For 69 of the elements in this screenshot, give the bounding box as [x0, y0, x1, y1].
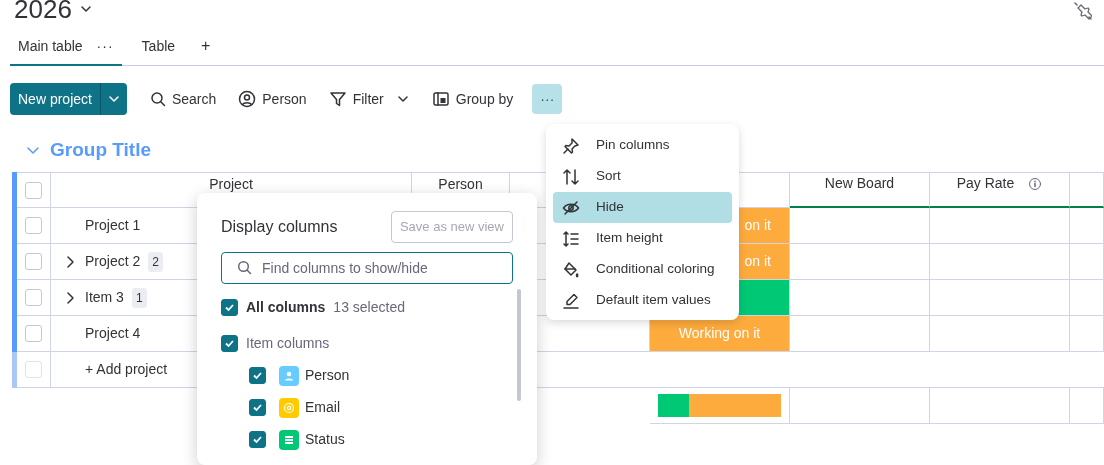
sort-icon	[562, 167, 580, 186]
selected-count: 13 selected	[333, 298, 405, 317]
row-height-icon	[562, 229, 580, 248]
subitem-count: 2	[148, 251, 163, 272]
table-cell	[1070, 244, 1104, 280]
item-name[interactable]: Project 2	[85, 251, 141, 272]
checkbox[interactable]	[249, 367, 266, 384]
table-cell	[1070, 280, 1104, 316]
menu-item[interactable]: Default item values	[553, 285, 732, 316]
filter-icon	[328, 90, 347, 108]
toolbar-button[interactable]: Search	[140, 83, 226, 115]
more-options-button[interactable]: ···	[96, 36, 114, 57]
pin-icon	[562, 136, 580, 155]
toolbar-button[interactable]: Filter	[319, 83, 393, 115]
checkbox[interactable]	[249, 399, 266, 416]
paint-bucket-icon	[562, 260, 580, 279]
search-field[interactable]: Find columns to show/hide	[221, 251, 513, 284]
chevron-down-icon[interactable]	[79, 3, 92, 15]
section-label: Item columns	[246, 334, 330, 353]
chevron-down-icon	[107, 93, 120, 105]
panel-title: Display columns	[221, 216, 338, 237]
table-cell	[1070, 316, 1104, 352]
more-button[interactable]: ···	[532, 84, 563, 114]
person-icon	[238, 90, 257, 108]
search-icon	[149, 91, 166, 107]
menu-item[interactable]: Pin columns	[553, 130, 732, 161]
checkmark-icon	[224, 302, 235, 313]
item-name[interactable]: Project 4	[85, 323, 141, 344]
menu-item[interactable]: Item height	[553, 223, 732, 254]
item-name[interactable]: Project 1	[85, 215, 141, 236]
menu-item[interactable]: Conditional coloring	[553, 254, 732, 285]
search-icon	[237, 259, 252, 275]
column-name: Person	[305, 366, 350, 385]
checkbox[interactable]	[25, 289, 42, 306]
option-label: All columns	[246, 298, 326, 317]
checkmark-icon	[224, 338, 235, 349]
checkbox[interactable]	[25, 253, 42, 270]
toolbar-button[interactable]: Group by	[422, 83, 523, 115]
menu-item[interactable]: Hide	[553, 192, 732, 223]
info-icon[interactable]	[1028, 176, 1043, 191]
tab-label[interactable]: Main table	[18, 36, 83, 57]
checkbox[interactable]	[221, 335, 238, 352]
scrollbar[interactable]	[517, 289, 521, 401]
subitem-count: 1	[131, 287, 147, 308]
board-title-text: 2026	[14, 0, 72, 22]
tab-background[interactable]: Main table ···	[10, 36, 122, 66]
hidden-eye-icon	[562, 198, 580, 217]
checkbox[interactable]	[25, 217, 42, 234]
column-header[interactable]: Project	[209, 173, 253, 195]
toolbar-button[interactable]: Person	[229, 83, 316, 115]
checkmark-icon	[252, 370, 263, 381]
checkbox[interactable]	[25, 181, 42, 199]
column-name: Status	[305, 430, 345, 449]
pencil-icon	[562, 291, 580, 310]
checkbox[interactable]	[221, 299, 238, 316]
checkmark-icon	[252, 402, 263, 413]
menu-item[interactable]: Sort	[553, 161, 732, 192]
item-name[interactable]: Item 3	[85, 287, 124, 308]
checkbox[interactable]	[25, 325, 42, 342]
view-tab[interactable]: Table	[133, 36, 184, 66]
table-cell	[1070, 208, 1104, 244]
checkmark-icon	[252, 434, 263, 445]
add-item-button[interactable]: + Add project	[85, 359, 168, 380]
unplug-icon[interactable]	[1074, 2, 1092, 20]
add-tab-button[interactable]: +	[183, 34, 221, 65]
group-icon	[431, 90, 450, 108]
column-name: Email	[305, 398, 340, 417]
chevron-down-icon[interactable]	[396, 93, 409, 105]
checkbox[interactable]	[249, 431, 266, 448]
